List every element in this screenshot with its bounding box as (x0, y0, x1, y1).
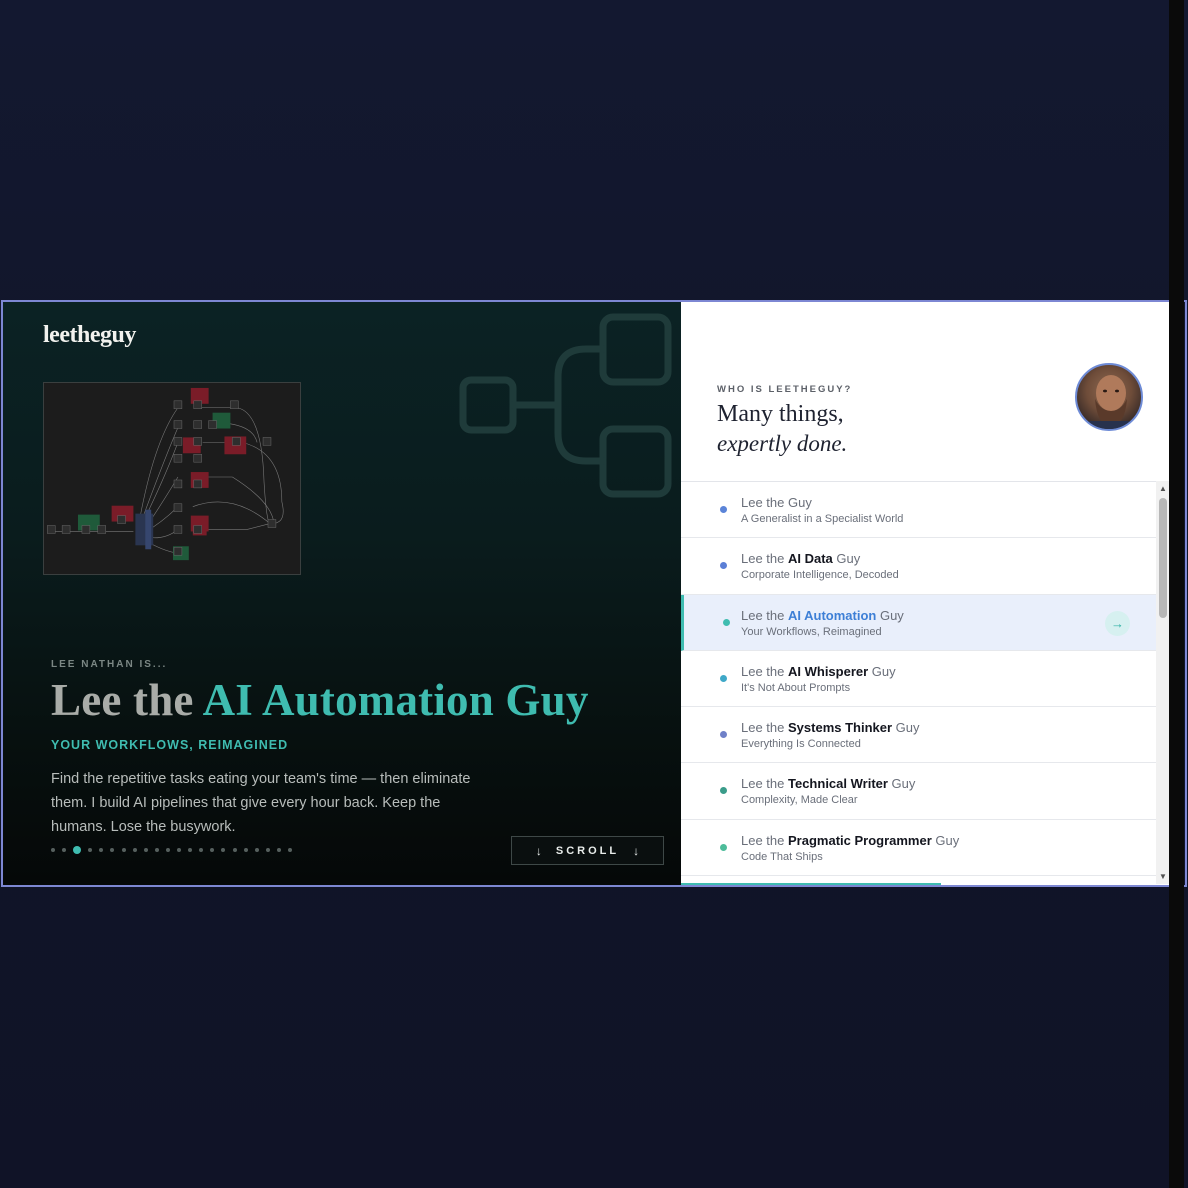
persona-subtitle: Code That Ships (741, 850, 823, 863)
list-progress-bar (681, 883, 941, 885)
pagination-dot[interactable] (254, 848, 259, 852)
persona-subtitle: A Generalist in a Specialist World (741, 513, 904, 525)
persona-prefix: Lee the (741, 663, 788, 679)
slide-pagination (51, 846, 292, 854)
scrollbar-thumb[interactable] (1159, 498, 1167, 618)
scroll-down-icon[interactable]: ▼ (1159, 872, 1167, 881)
persona-item[interactable]: Lee the AI Automation Guy Your Workflows,… (681, 594, 1156, 651)
arrow-down-icon: ↓ (633, 843, 640, 858)
hero-tagline: YOUR WORKFLOWS, REIMAGINED (51, 738, 289, 752)
bullet-dot-icon (720, 674, 727, 682)
persona-subtitle: Your Workflows, Reimagined (741, 625, 882, 638)
persona-suffix: Guy (876, 607, 904, 623)
persona-prefix: Lee the (741, 607, 788, 623)
pagination-dot[interactable] (51, 848, 55, 852)
persona-item[interactable]: Lee the AI Data Guy Corporate Intelligenc… (681, 538, 1156, 595)
persona-item[interactable]: Lee the Systems Thinker Guy Everything Is… (681, 707, 1156, 764)
persona-prefix: Lee the (741, 551, 788, 567)
avatar (1075, 363, 1143, 431)
persona-subtitle: Corporate Intelligence, Decoded (741, 569, 899, 582)
bullet-dot-icon (720, 731, 727, 739)
persona-role: AI Automation (788, 607, 877, 623)
pagination-dot[interactable] (232, 848, 237, 852)
persona-subtitle: Everything Is Connected (741, 738, 861, 751)
persona-role: AI Whisperer (788, 663, 869, 679)
persona-prefix: Lee the (741, 776, 788, 792)
site-logo[interactable]: leetheguy (43, 322, 136, 349)
scroll-label: SCROLL (555, 844, 620, 857)
persona-suffix: Guy (788, 495, 812, 510)
persona-prefix: Lee the (741, 495, 788, 510)
scroll-up-icon[interactable]: ▲ (1159, 484, 1167, 493)
pagination-dot[interactable] (188, 848, 193, 852)
headline-accent: AI Automation Guy (202, 675, 589, 725)
bullet-dot-icon (720, 787, 727, 795)
pagination-dot[interactable] (287, 848, 292, 852)
persona-suffix: Guy (868, 663, 896, 679)
persona-subtitle: Complexity, Made Clear (741, 794, 858, 807)
pagination-dot[interactable] (154, 848, 159, 852)
persona-role: Systems Thinker (788, 720, 893, 736)
pagination-dot[interactable] (73, 846, 82, 854)
pagination-dot[interactable] (62, 848, 67, 852)
arrow-down-icon: ↓ (535, 843, 542, 858)
hero-right-panel: WHO IS LEETHEGUY? Many things, expertly … (681, 302, 1172, 885)
headline-prefix: Lee the (51, 675, 203, 725)
bullet-dot-icon (720, 843, 727, 851)
persona-item[interactable]: Lee the Pragmatic Programmer Guy Code Tha… (681, 820, 1156, 877)
persona-list: Lee the Guy A Generalist in a Specialist … (681, 481, 1156, 884)
workflow-screenshot (43, 382, 301, 575)
pagination-dot[interactable] (210, 848, 215, 852)
persona-item[interactable]: Lee the Technical Writer Guy Complexity, … (681, 763, 1156, 820)
pagination-dot[interactable] (265, 848, 270, 852)
pagination-dot[interactable] (276, 848, 281, 852)
pagination-dot[interactable] (177, 848, 182, 852)
panel-eyebrow: WHO IS LEETHEGUY? (717, 384, 853, 395)
window-edge (1169, 0, 1184, 1188)
pagination-dot[interactable] (121, 848, 126, 852)
persona-title: Lee the Technical Writer Guy (741, 776, 1156, 791)
hero-left-panel: leetheguy LEE NATHAN IS... Lee the AI Au… (3, 302, 681, 885)
bullet-dot-icon (720, 506, 727, 513)
persona-item[interactable]: Lee the Guy A Generalist in a Specialist … (681, 482, 1156, 539)
persona-suffix: Guy (931, 832, 960, 848)
persona-suffix: Guy (887, 776, 916, 792)
persona-prefix: Lee the (741, 720, 788, 736)
pagination-dot[interactable] (221, 848, 226, 852)
pagination-dot[interactable] (88, 848, 93, 852)
pagination-dot[interactable] (132, 848, 137, 852)
arrow-right-icon[interactable]: → (1105, 610, 1130, 636)
persona-role: Pragmatic Programmer (788, 832, 932, 848)
persona-prefix: Lee the (741, 832, 788, 848)
persona-title: Lee the Guy (741, 495, 1156, 510)
panel-title-line1: Many things, (717, 401, 844, 427)
persona-title: Lee the Systems Thinker Guy (741, 720, 1156, 735)
bullet-dot-icon (720, 562, 727, 570)
persona-role: AI Data (788, 551, 833, 567)
hero-headline: Lee the AI Automation Guy (51, 674, 589, 726)
pagination-dot[interactable] (143, 848, 148, 852)
scroll-button[interactable]: ↓ SCROLL ↓ (511, 836, 664, 865)
persona-item[interactable]: Lee the AI Whisperer Guy It's Not About P… (681, 651, 1156, 708)
pagination-dot[interactable] (99, 848, 104, 852)
flow-diagram-icon (459, 313, 672, 498)
pagination-dot[interactable] (110, 848, 115, 852)
persona-title: Lee the AI Data Guy (741, 551, 1156, 566)
persona-title: Lee the AI Automation Guy (741, 608, 1156, 623)
persona-title: Lee the AI Whisperer Guy (741, 664, 1156, 679)
pagination-dot[interactable] (243, 848, 248, 852)
hero-description: Find the repetitive tasks eating your te… (51, 771, 471, 835)
hero-eyebrow: LEE NATHAN IS... (51, 659, 168, 670)
persona-subtitle: It's Not About Prompts (741, 681, 851, 694)
hero-section: leetheguy LEE NATHAN IS... Lee the AI Au… (1, 300, 1187, 887)
panel-title-line2: expertly done. (717, 431, 848, 456)
persona-list-scrollbar[interactable]: ▲ ▼ (1156, 481, 1170, 884)
persona-title: Lee the Pragmatic Programmer Guy (741, 833, 1156, 848)
pagination-dot[interactable] (199, 848, 204, 852)
pagination-dot[interactable] (165, 848, 170, 852)
persona-suffix: Guy (832, 551, 861, 567)
persona-role: Technical Writer (788, 776, 888, 792)
persona-suffix: Guy (892, 720, 920, 736)
bullet-dot-icon (723, 618, 730, 626)
